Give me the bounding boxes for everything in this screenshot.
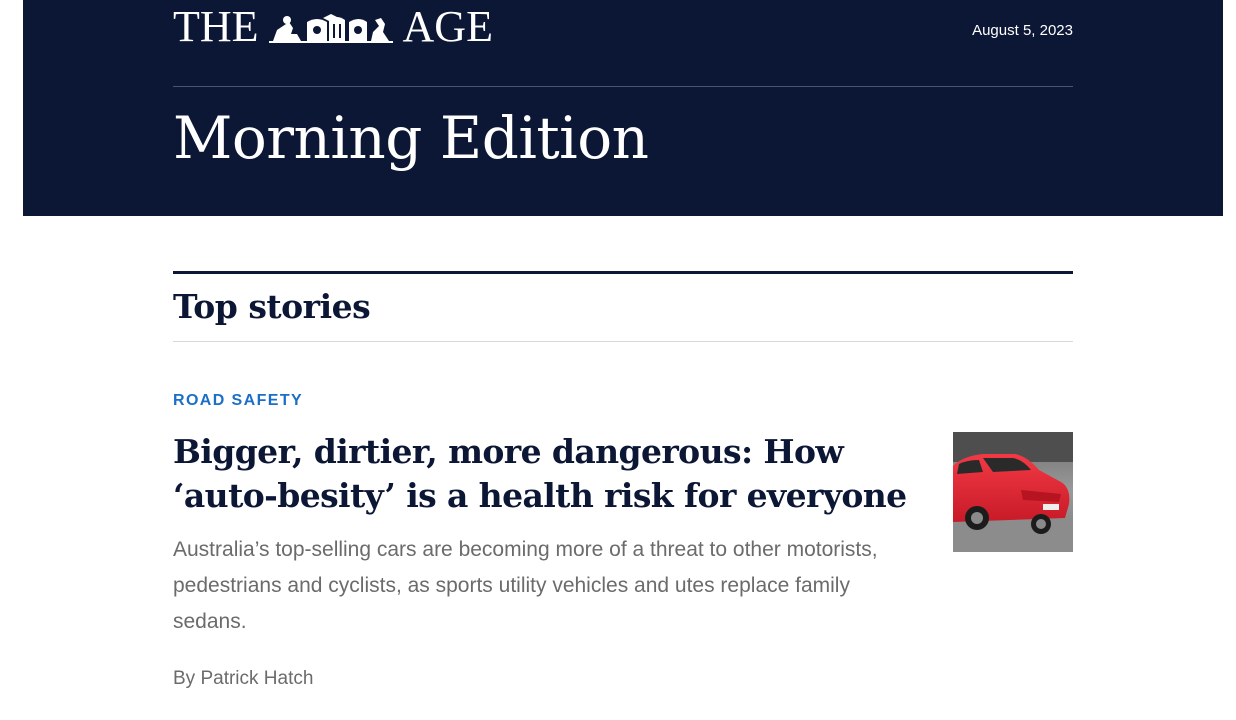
story-thumbnail[interactable] (953, 432, 1073, 552)
edition-date: August 5, 2023 (972, 22, 1073, 39)
logo-word-right: AGE (402, 2, 493, 51)
story-byline: By Patrick Hatch (173, 668, 314, 689)
masthead: THE AGE August 5, 2023 Morning Edition (23, 0, 1223, 216)
logo-word-left: THE (173, 2, 259, 51)
red-car-photo (953, 432, 1073, 552)
story-summary: Australia’s top-selling cars are becomin… (173, 538, 878, 633)
section-divider-bottom (173, 341, 1073, 342)
coat-of-arms-icon (268, 14, 393, 43)
the-age-logo[interactable]: THE AGE (173, 4, 533, 50)
section-title: Top stories (173, 287, 371, 326)
section-divider-top (173, 271, 1073, 274)
story-headline-link[interactable]: Bigger, dirtier, more dangerous: How ‘au… (173, 430, 913, 518)
edition-title: Morning Edition (173, 104, 649, 172)
masthead-divider (173, 86, 1073, 87)
story-kicker-link[interactable]: ROAD SAFETY (173, 392, 303, 410)
